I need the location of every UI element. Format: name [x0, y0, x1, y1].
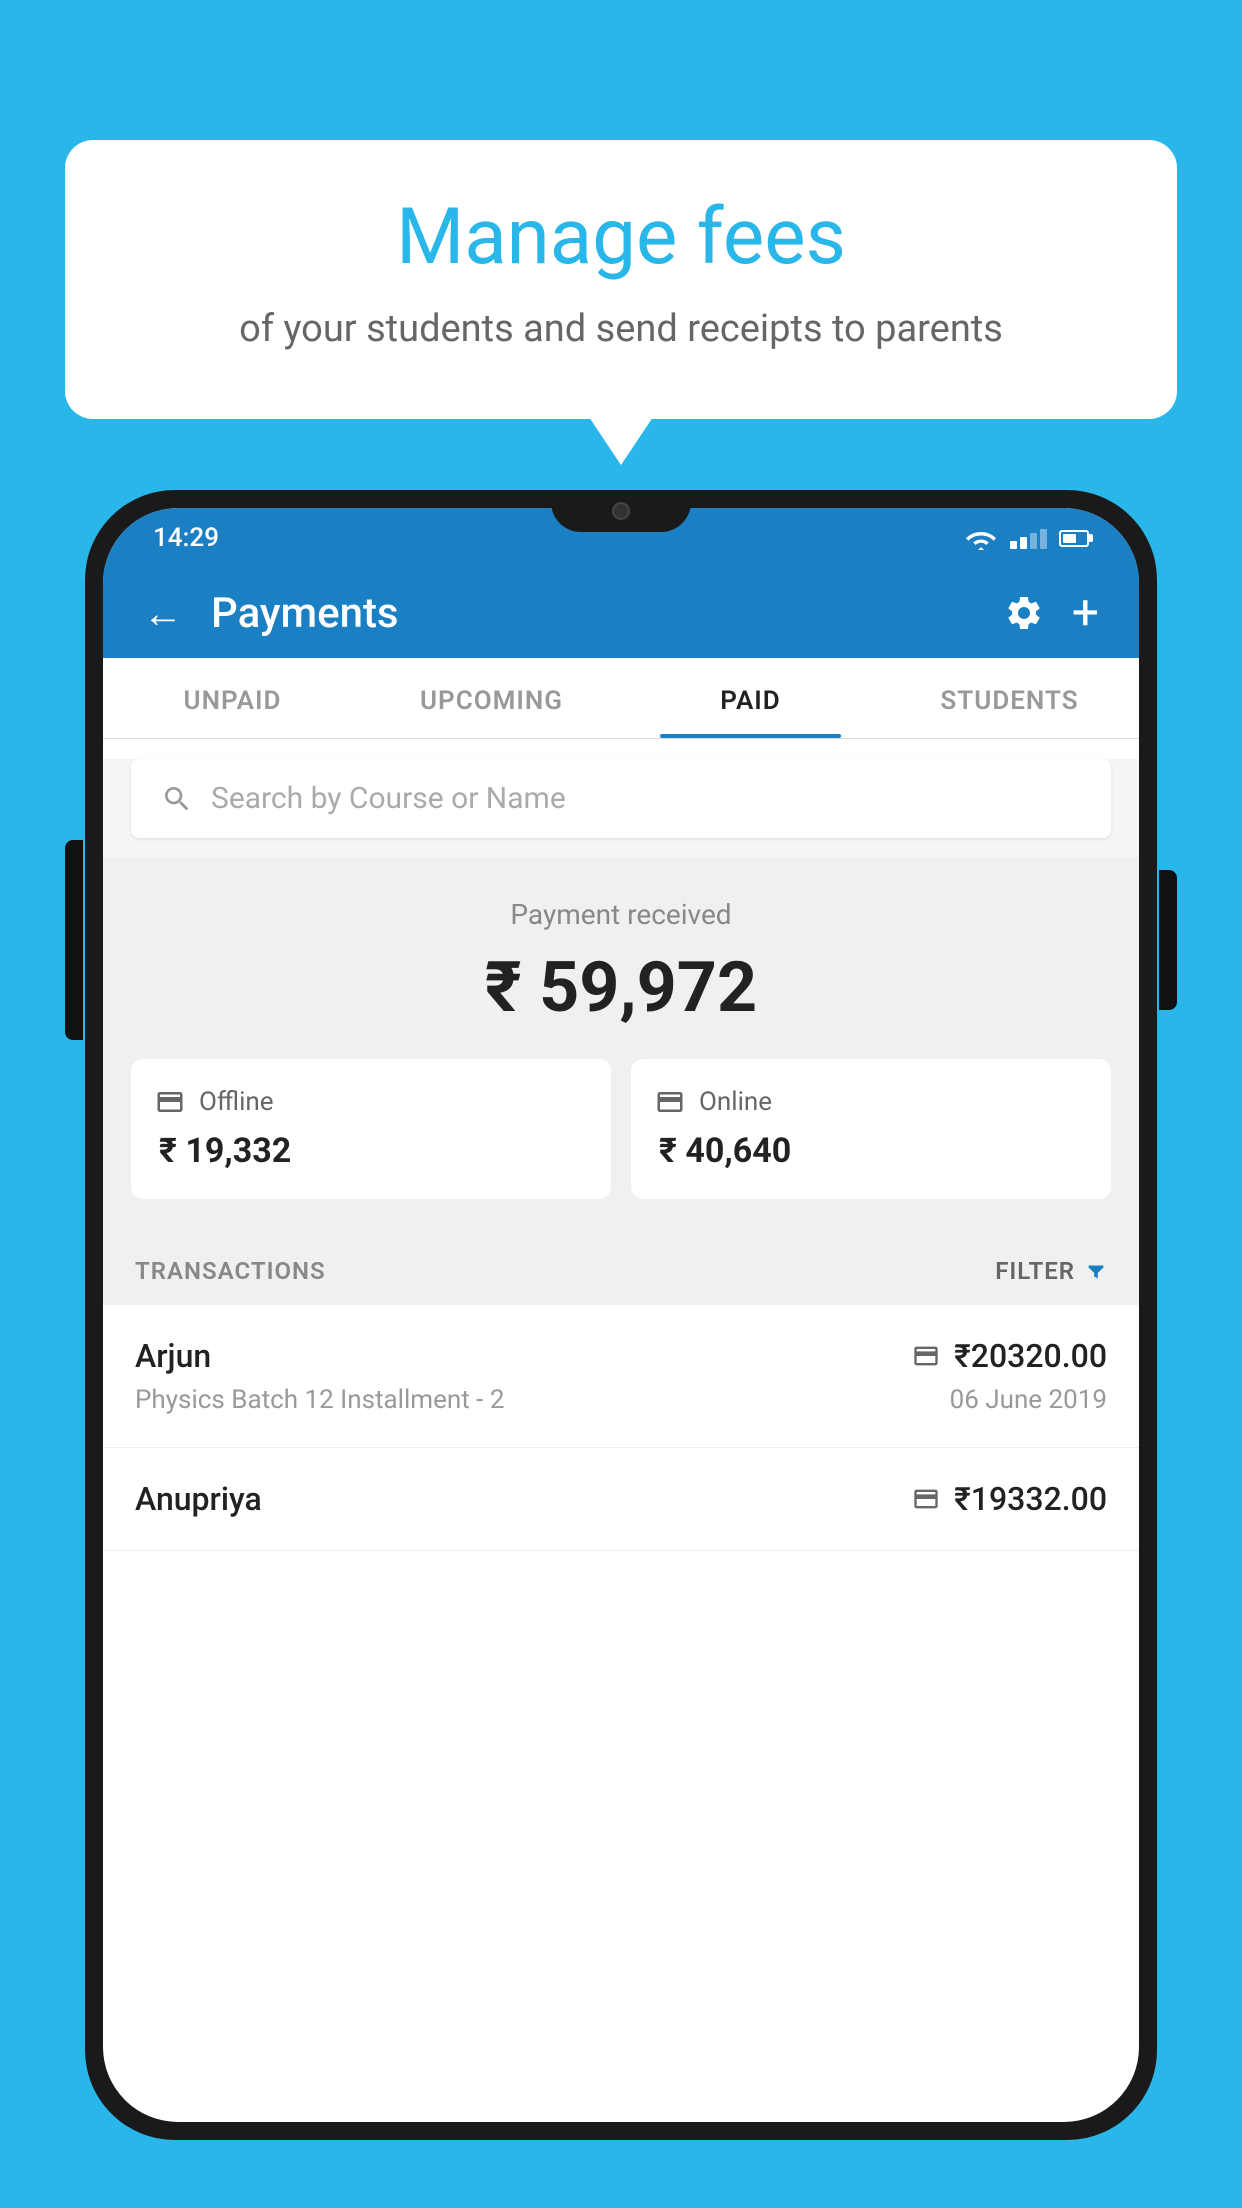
search-bar[interactable]: Search by Course or Name	[131, 759, 1111, 838]
transaction-row[interactable]: Arjun Physics Batch 12 Installment - 2 ₹…	[103, 1305, 1139, 1448]
gear-icon[interactable]	[1004, 593, 1044, 633]
speech-bubble: Manage fees of your students and send re…	[65, 140, 1177, 419]
phone-mockup: 14:29	[85, 490, 1157, 2208]
online-label: Online	[699, 1087, 772, 1117]
offline-card-header: Offline	[155, 1087, 587, 1117]
tab-unpaid[interactable]: UNPAID	[103, 658, 362, 738]
transaction-amount: ₹20320.00	[954, 1337, 1107, 1375]
tab-upcoming[interactable]: UPCOMING	[362, 658, 621, 738]
search-placeholder[interactable]: Search by Course or Name	[211, 781, 566, 816]
online-card: Online ₹ 40,640	[631, 1059, 1111, 1199]
transaction-right: ₹20320.00 06 June 2019	[912, 1337, 1107, 1415]
bubble-subtitle: of your students and send receipts to pa…	[125, 305, 1117, 354]
bubble-title: Manage fees	[125, 195, 1117, 281]
filter-icon	[1085, 1260, 1107, 1282]
camera	[612, 502, 630, 520]
app-header: ← Payments +	[103, 568, 1139, 658]
filter-label: FILTER	[995, 1257, 1075, 1285]
tab-students[interactable]: STUDENTS	[880, 658, 1139, 738]
battery-fill	[1063, 534, 1076, 543]
filter-button[interactable]: FILTER	[995, 1257, 1107, 1285]
payment-cards: Offline ₹ 19,332 Online	[131, 1059, 1111, 1199]
app-content: Search by Course or Name Payment receive…	[103, 759, 1139, 1551]
payment-total-amount: ₹ 59,972	[131, 947, 1111, 1029]
back-button[interactable]: ←	[143, 590, 183, 637]
phone-outer: 14:29	[85, 490, 1157, 2140]
online-amount: ₹ 40,640	[655, 1131, 1087, 1171]
payment-received-label: Payment received	[131, 898, 1111, 931]
transaction-row[interactable]: Anupriya ₹19332.00	[103, 1448, 1139, 1551]
transaction-name: Arjun	[135, 1337, 504, 1375]
tabs-container: UNPAID UPCOMING PAID STUDENTS	[103, 658, 1139, 739]
transaction-date: 06 June 2019	[950, 1385, 1107, 1415]
phone-notch	[551, 490, 691, 532]
offline-label: Offline	[199, 1087, 274, 1117]
signal-icon	[1010, 527, 1047, 549]
transactions-label: TRANSACTIONS	[135, 1257, 326, 1285]
search-icon	[161, 783, 193, 815]
transaction-online-icon	[912, 1342, 940, 1370]
offline-amount: ₹ 19,332	[155, 1131, 587, 1171]
add-button[interactable]: +	[1072, 589, 1099, 637]
wifi-icon	[964, 526, 998, 550]
phone-screen: 14:29	[103, 508, 1139, 2122]
online-icon	[655, 1087, 685, 1117]
transaction-left: Arjun Physics Batch 12 Installment - 2	[135, 1337, 504, 1415]
online-card-header: Online	[655, 1087, 1087, 1117]
transaction-right: ₹19332.00	[912, 1480, 1107, 1518]
battery-icon	[1059, 530, 1089, 547]
transaction-amount-row: ₹19332.00	[912, 1480, 1107, 1518]
speech-bubble-container: Manage fees of your students and send re…	[65, 140, 1177, 419]
transaction-amount: ₹19332.00	[954, 1480, 1107, 1518]
offline-icon	[155, 1087, 185, 1117]
status-icons	[964, 526, 1089, 550]
transaction-name: Anupriya	[135, 1480, 262, 1518]
transaction-offline-icon	[912, 1485, 940, 1513]
transactions-header: TRANSACTIONS FILTER	[103, 1229, 1139, 1305]
transaction-amount-row: ₹20320.00	[912, 1337, 1107, 1375]
tab-paid[interactable]: PAID	[621, 658, 880, 738]
status-time: 14:29	[153, 523, 219, 553]
header-title: Payments	[211, 589, 976, 638]
transaction-left: Anupriya	[135, 1480, 262, 1518]
transaction-detail: Physics Batch 12 Installment - 2	[135, 1385, 504, 1415]
payment-received-section: Payment received ₹ 59,972 Offline	[103, 858, 1139, 1229]
header-icons: +	[1004, 589, 1099, 637]
offline-card: Offline ₹ 19,332	[131, 1059, 611, 1199]
